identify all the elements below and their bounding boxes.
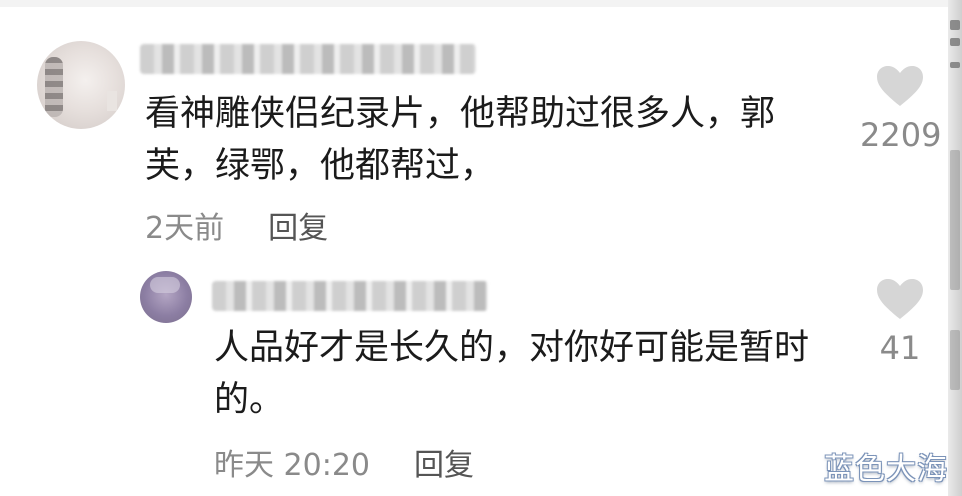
avatar[interactable] bbox=[37, 41, 125, 129]
reply-meta: 昨天 20:20 回复 bbox=[214, 440, 474, 484]
reply-text: 人品好才是长久的，对你好可能是暂时的。 bbox=[214, 328, 810, 420]
comment-text: 看神雕侠侣纪录片，他帮助过很多人，郭芙，绿鄂，他都帮过， bbox=[145, 94, 776, 186]
reply-button[interactable]: 回复 bbox=[414, 440, 474, 484]
like-count: 2209 bbox=[860, 116, 942, 154]
username-blurred[interactable] bbox=[212, 281, 488, 311]
heart-icon bbox=[877, 279, 923, 319]
username-blurred[interactable] bbox=[140, 44, 476, 74]
heart-icon bbox=[877, 66, 923, 106]
top-divider bbox=[0, 0, 962, 7]
like-button[interactable]: 41 bbox=[860, 277, 940, 367]
comment-timestamp: 2天前 bbox=[145, 211, 225, 246]
comment-thread: 看神雕侠侣纪录片，他帮助过很多人，郭芙，绿鄂，他都帮过， 2天前 回复 2209… bbox=[0, 0, 962, 496]
watermark: 蓝色大海 bbox=[824, 452, 948, 487]
right-edge-strip bbox=[948, 0, 962, 496]
comment-meta: 2天前 回复 bbox=[145, 203, 328, 247]
reply-timestamp: 昨天 20:20 bbox=[214, 448, 370, 483]
like-count: 41 bbox=[879, 329, 921, 367]
reply-button[interactable]: 回复 bbox=[268, 203, 328, 247]
avatar[interactable] bbox=[140, 271, 192, 323]
like-button[interactable]: 2209 bbox=[860, 64, 942, 154]
